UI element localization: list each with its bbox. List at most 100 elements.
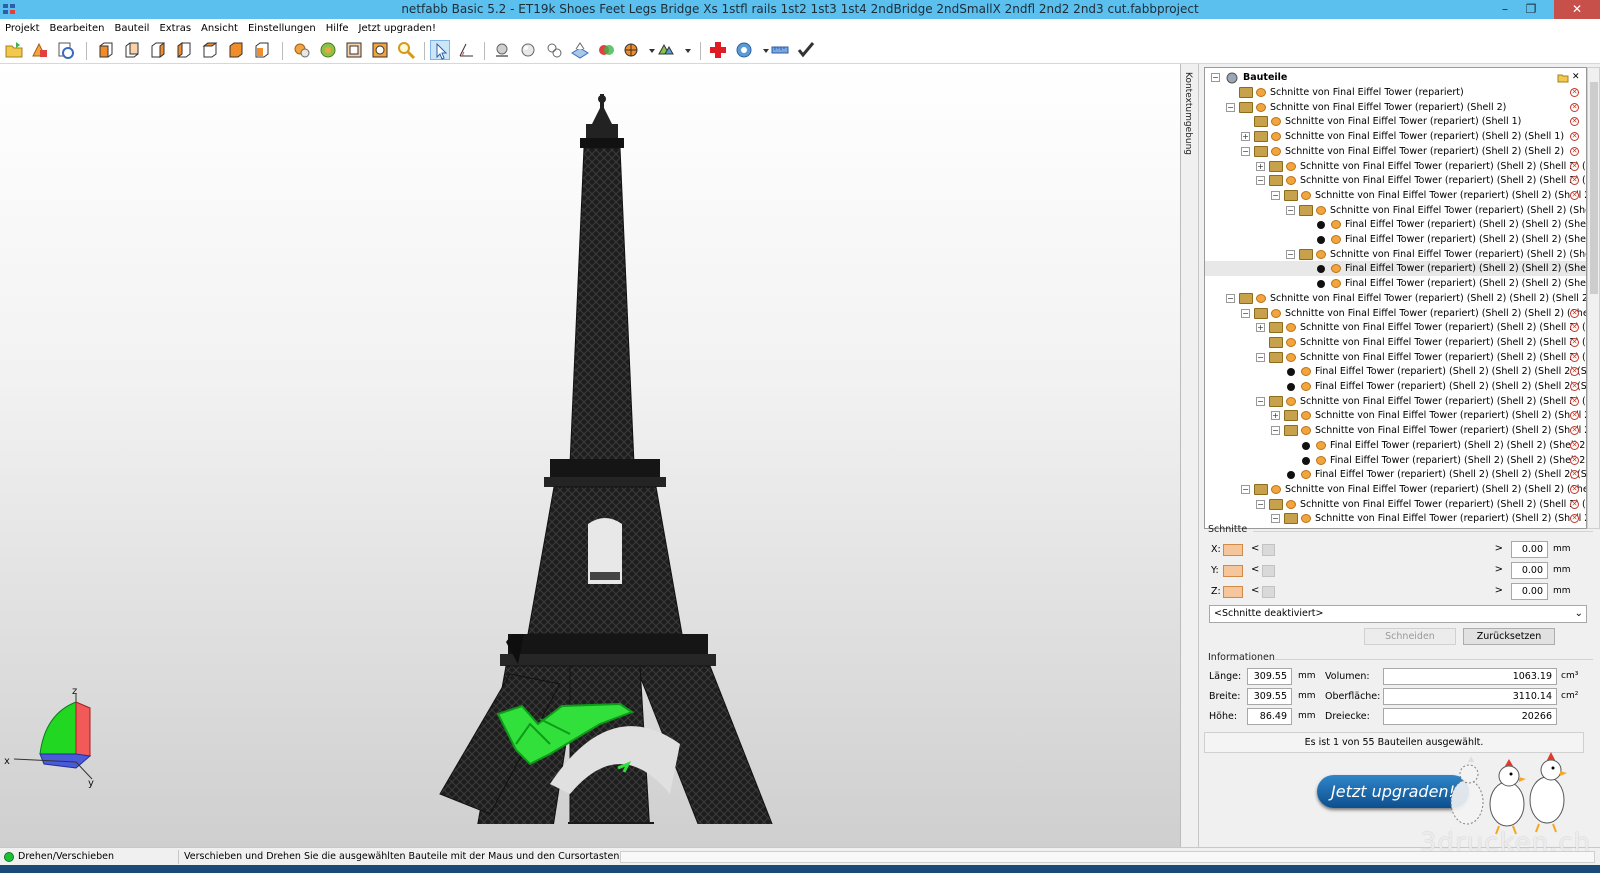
visibility-eye-icon[interactable] [1331, 279, 1341, 289]
view-left-icon[interactable] [148, 40, 168, 60]
collapse-icon[interactable]: − [1256, 176, 1265, 186]
tree-row[interactable]: + Schnitte von Final Eiffel Tower (repari… [1205, 129, 1586, 144]
tree-row[interactable]: Final Eiffel Tower (repariert) (Shell 2)… [1205, 467, 1586, 482]
magnifier-icon[interactable] [396, 40, 416, 60]
collapse-icon[interactable]: − [1256, 352, 1265, 362]
cut-y-input[interactable]: 0.00 [1511, 562, 1548, 579]
remove-part-icon[interactable]: ✕ [1570, 308, 1579, 318]
tree-row[interactable]: − Schnitte von Final Eiffel Tower (repari… [1205, 100, 1586, 115]
cut-z-color-swatch[interactable] [1223, 586, 1243, 598]
remove-part-icon[interactable]: ✕ [1570, 146, 1579, 156]
slider-thumb[interactable] [1262, 565, 1275, 577]
open-folder-icon[interactable] [1557, 72, 1569, 83]
tree-row[interactable]: − Schnitte von Final Eiffel Tower (repari… [1205, 423, 1586, 438]
zoom-all-icon[interactable] [318, 40, 338, 60]
menu-einstellungen[interactable]: Einstellungen [243, 23, 321, 34]
menu-projekt[interactable]: Projekt [0, 23, 45, 34]
remove-part-icon[interactable]: ✕ [1570, 484, 1579, 494]
remove-part-icon[interactable]: ✕ [1570, 352, 1579, 362]
remove-part-icon[interactable]: ✕ [1570, 382, 1579, 391]
visibility-eye-icon[interactable] [1256, 102, 1266, 112]
dropdown-arrow-icon[interactable] [756, 40, 769, 60]
view-front-icon[interactable] [96, 40, 116, 60]
collapse-icon[interactable]: − [1271, 190, 1280, 200]
remove-part-icon[interactable]: ✕ [1570, 440, 1579, 450]
remove-part-icon[interactable]: ✕ [1570, 88, 1579, 97]
remove-part-icon[interactable]: ✕ [1570, 396, 1579, 406]
zoom-platform-icon[interactable] [344, 40, 364, 60]
tree-row[interactable]: Final Eiffel Tower (repariert) (Shell 2)… [1205, 438, 1586, 453]
collapse-icon[interactable]: − [1256, 499, 1265, 509]
menu-jetzt-upgraden[interactable]: Jetzt upgraden! [354, 23, 442, 34]
menu-ansicht[interactable]: Ansicht [196, 23, 243, 34]
3d-viewport[interactable]: z x y [0, 64, 1181, 847]
dropdown-arrow-icon[interactable] [642, 40, 655, 60]
checkmark-icon[interactable] [796, 40, 816, 60]
menu-hilfe[interactable]: Hilfe [321, 23, 354, 34]
cut-mode-dropdown[interactable]: <Schnitte deaktiviert> ⌄ [1209, 605, 1587, 623]
visibility-eye-icon[interactable] [1271, 308, 1281, 318]
visibility-eye-icon[interactable] [1271, 132, 1281, 142]
collapse-icon[interactable]: − [1241, 484, 1250, 494]
context-tab-label[interactable]: Kontextumgebung [1183, 72, 1193, 155]
slider-thumb[interactable] [1262, 586, 1275, 598]
repair-wheel-icon[interactable] [622, 40, 642, 60]
visibility-eye-icon[interactable] [1286, 352, 1296, 362]
tree-row[interactable]: Schnitte von Final Eiffel Tower (reparie… [1205, 114, 1586, 129]
visibility-eye-icon[interactable] [1316, 205, 1326, 215]
tree-row[interactable]: Final Eiffel Tower (repariert) (Shell 2)… [1205, 453, 1586, 468]
visibility-eye-icon[interactable] [1301, 514, 1311, 524]
visibility-eye-icon[interactable] [1286, 396, 1296, 406]
select-cursor-icon[interactable] [430, 40, 450, 60]
close-tree-icon[interactable]: ✕ [1572, 70, 1580, 85]
tree-row[interactable]: − Schnitte von Final Eiffel Tower (repari… [1205, 144, 1586, 159]
shading-smooth-icon[interactable] [518, 40, 538, 60]
part-library-icon[interactable] [56, 40, 76, 60]
dropdown-arrow-icon[interactable] [678, 40, 691, 60]
visibility-eye-icon[interactable] [1256, 293, 1266, 303]
remove-part-icon[interactable]: ✕ [1570, 190, 1579, 200]
expand-icon[interactable]: + [1271, 411, 1280, 421]
slider-right-arrow[interactable]: > [1495, 585, 1503, 596]
visibility-eye-icon[interactable] [1286, 323, 1296, 333]
remove-part-icon[interactable]: ✕ [1570, 499, 1579, 509]
view-top-icon[interactable] [200, 40, 220, 60]
tree-row[interactable]: − Schnitte von Final Eiffel Tower (repari… [1205, 247, 1586, 262]
slider-right-arrow[interactable]: > [1495, 564, 1503, 575]
tree-scrollbar[interactable] [1587, 67, 1600, 529]
collapse-icon[interactable]: − [1271, 426, 1280, 436]
visibility-eye-icon[interactable] [1301, 382, 1311, 391]
tree-row[interactable]: Final Eiffel Tower (repariert) (Shell 2)… [1205, 232, 1586, 247]
tree-row[interactable]: − Schnitte von Final Eiffel Tower (repari… [1205, 306, 1586, 321]
tree-row[interactable]: − Schnitte von Final Eiffel Tower (repari… [1205, 482, 1586, 497]
collapse-icon[interactable]: − [1226, 293, 1235, 303]
cut-y-color-swatch[interactable] [1223, 565, 1243, 577]
cut-z-input[interactable]: 0.00 [1511, 583, 1548, 600]
collapse-icon[interactable]: − [1286, 205, 1295, 215]
visibility-eye-icon[interactable] [1286, 499, 1296, 509]
tree-row[interactable]: − Schnitte von Final Eiffel Tower (repari… [1205, 394, 1586, 409]
visibility-eye-icon[interactable] [1301, 190, 1311, 200]
tree-row[interactable]: − Schnitte von Final Eiffel Tower (repari… [1205, 173, 1586, 188]
tree-row[interactable]: Schnitte von Final Eiffel Tower (reparie… [1205, 335, 1586, 350]
expand-icon[interactable]: + [1241, 132, 1250, 142]
remove-part-icon[interactable]: ✕ [1570, 117, 1579, 127]
visibility-eye-icon[interactable] [1316, 455, 1326, 465]
collapse-icon[interactable]: − [1256, 396, 1265, 406]
repair-cross-icon[interactable] [708, 40, 728, 60]
tree-row[interactable]: − Schnitte von Final Eiffel Tower (repari… [1205, 350, 1586, 365]
tree-row[interactable]: Schnitte von Final Eiffel Tower (reparie… [1205, 85, 1586, 100]
view-back-icon[interactable] [122, 40, 142, 60]
visibility-eye-icon[interactable] [1271, 484, 1281, 494]
shading-sphere-icon[interactable] [492, 40, 512, 60]
collapse-icon[interactable]: − [1241, 146, 1250, 156]
remove-part-icon[interactable]: ✕ [1570, 102, 1579, 112]
visibility-eye-icon[interactable] [1286, 161, 1296, 171]
minimize-button[interactable]: – [1492, 0, 1518, 19]
mesh-analysis-icon[interactable] [656, 40, 676, 60]
scrollbar-thumb[interactable] [1590, 82, 1598, 294]
color-mode-icon[interactable] [596, 40, 616, 60]
visibility-eye-icon[interactable] [1301, 426, 1311, 436]
tree-row[interactable]: + Schnitte von Final Eiffel Tower (repari… [1205, 159, 1586, 174]
expand-icon[interactable]: + [1256, 323, 1265, 333]
